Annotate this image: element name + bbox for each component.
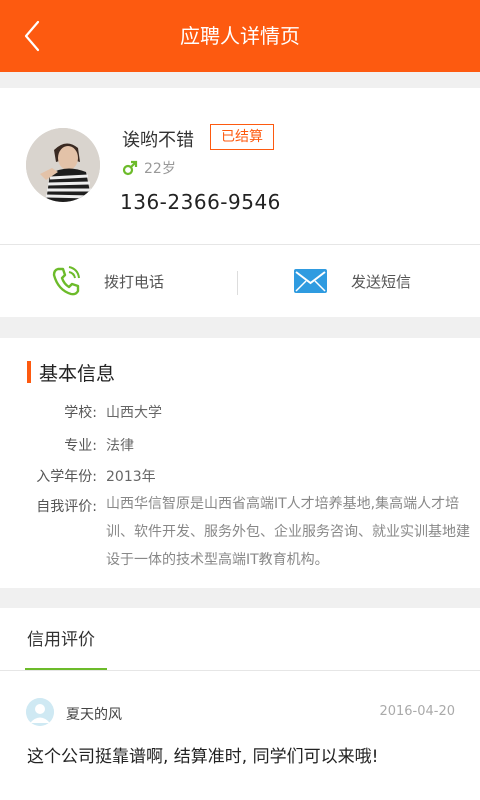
intro-label: 自我评价: (36, 499, 97, 515)
sms-label: 发送短信 (351, 272, 412, 291)
basic-info-section: 基本信息 学校: 山西大学 专业: 法律 入学年份: 2013年 自我评价: 山… (0, 338, 480, 588)
major-label: 专业: (64, 438, 97, 454)
male-icon (122, 160, 138, 176)
profile-card: 诶哟不错 已结算 22岁 136-2366-9546 (0, 88, 480, 245)
status-badge: 已结算 (210, 124, 274, 150)
comment-text: 这个公司挺靠谱啊, 结算准时, 同学们可以来哦! (27, 747, 379, 767)
gender-age: 22岁 (122, 158, 176, 178)
call-label: 拨打电话 (104, 272, 165, 291)
year-value: 2013年 (106, 469, 156, 485)
school-label: 学校: (64, 405, 97, 421)
intro-value: 山西华信智原是山西省高端IT人才培养基地,集高端人才培训、软件开发、服务外包、企… (106, 496, 470, 568)
section-header: 基本信息 (27, 360, 116, 385)
call-button[interactable]: 拨打电话 (52, 245, 164, 317)
page-title: 应聘人详情页 (180, 24, 300, 48)
avatar-image (26, 128, 100, 202)
age-label: 22岁 (144, 161, 176, 177)
phone-icon (52, 266, 80, 296)
tab-credit[interactable]: 信用评价 (25, 608, 107, 671)
user-avatar-icon (26, 698, 54, 726)
applicant-name: 诶哟不错 (122, 130, 194, 151)
tab-divider (0, 670, 480, 671)
sms-button[interactable]: 发送短信 (294, 245, 411, 317)
section-accent-bar (27, 361, 31, 383)
credit-section: 信用评价 夏天的风 2016-04-20 这个公司挺靠谱啊, 结算准时, 同学们… (0, 608, 480, 800)
comment-username: 夏天的风 (66, 707, 122, 723)
section-title: 基本信息 (39, 362, 116, 385)
major-value: 法律 (106, 438, 134, 454)
envelope-icon (294, 269, 327, 293)
tab-credit-label: 信用评价 (27, 630, 95, 650)
phone-number: 136-2366-9546 (120, 190, 281, 214)
top-bar: 应聘人详情页 (0, 0, 480, 72)
comment-date: 2016-04-20 (379, 704, 455, 719)
school-value: 山西大学 (106, 405, 162, 421)
actions-divider (237, 271, 238, 295)
avatar[interactable] (26, 128, 100, 202)
year-label: 入学年份: (36, 469, 97, 485)
contact-actions: 拨打电话 发送短信 (0, 245, 480, 317)
